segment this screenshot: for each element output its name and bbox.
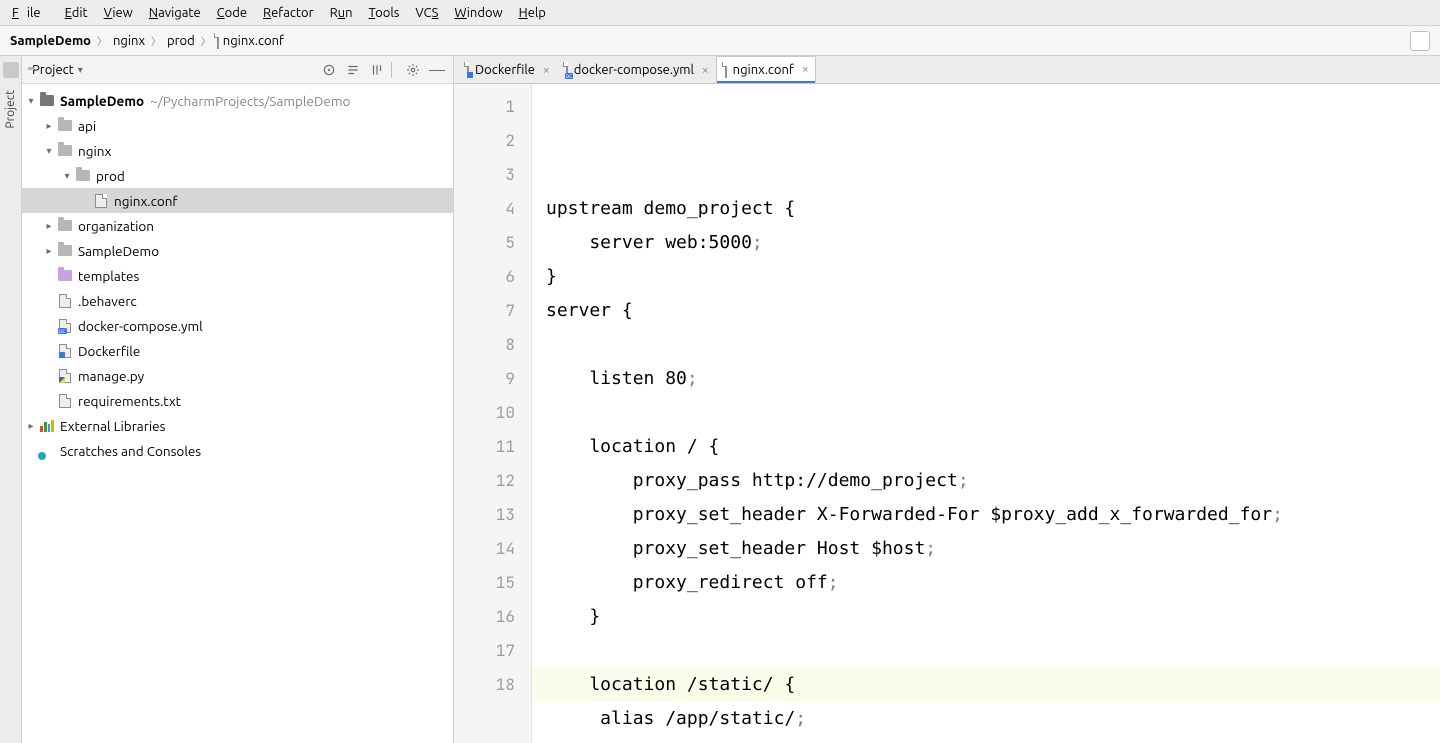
chevron-down-icon[interactable]: ▾	[60, 170, 74, 182]
menu-help[interactable]: Help	[511, 6, 554, 20]
project-tool-label[interactable]: Project	[4, 90, 17, 129]
tree-root[interactable]: ▾ SampleDemo ~/PycharmProjects/SampleDem…	[22, 88, 453, 113]
menu-navigate[interactable]: Navigate	[141, 6, 209, 20]
menu-run[interactable]: Run	[322, 6, 361, 20]
menu-window[interactable]: Window	[446, 6, 510, 20]
tab-dockerfile[interactable]: Dockerfile ×	[458, 56, 557, 83]
breadcrumb-root[interactable]: SampleDemo	[10, 34, 91, 48]
tool-window-bar: Project	[0, 56, 22, 743]
tree-dir-organization[interactable]: ▸ organization	[22, 213, 453, 238]
collapse-all-icon[interactable]	[367, 60, 387, 80]
tree-file-behaverc[interactable]: .behaverc	[22, 288, 453, 313]
locate-icon[interactable]	[319, 60, 339, 80]
close-icon[interactable]: ×	[802, 63, 809, 76]
menu-refactor[interactable]: Refactor	[255, 6, 322, 20]
chevron-right-icon[interactable]: ▸	[42, 220, 56, 232]
folder-icon	[56, 217, 74, 235]
code-area[interactable]: 123456789101112131415161718 upstream dem…	[454, 84, 1440, 743]
chevron-right-icon[interactable]: ▸	[24, 420, 38, 432]
chevron-down-icon[interactable]: ▾	[24, 95, 38, 107]
file-icon	[56, 292, 74, 310]
nav-button[interactable]	[1410, 31, 1430, 51]
tab-nginxconf[interactable]: nginx.conf ×	[716, 56, 816, 83]
tree-dir-prod[interactable]: ▾ prod	[22, 163, 453, 188]
menu-tools[interactable]: Tools	[361, 6, 408, 20]
menu-code[interactable]: Code	[209, 6, 255, 20]
file-icon	[56, 392, 74, 410]
tree-file-requirements[interactable]: requirements.txt	[22, 388, 453, 413]
folder-icon	[56, 267, 74, 285]
tree-file-manage[interactable]: manage.py	[22, 363, 453, 388]
menu-edit[interactable]: Edit	[57, 6, 96, 20]
chevron-right-icon: 〉	[149, 33, 163, 48]
project-sidebar: Project ▾ — ▾ SampleDemo ~/PycharmProjec…	[22, 56, 454, 743]
tree-dir-sampledemo[interactable]: ▸ SampleDemo	[22, 238, 453, 263]
tree-file-nginxconf[interactable]: nginx.conf	[22, 188, 453, 213]
docker-compose-icon	[566, 63, 568, 77]
tree-dir-api[interactable]: ▸ api	[22, 113, 453, 138]
file-icon	[217, 34, 219, 48]
hide-icon[interactable]: —	[427, 60, 447, 80]
folder-icon	[74, 167, 92, 185]
tree-external-libraries[interactable]: ▸ External Libraries	[22, 413, 453, 438]
tree-scratches[interactable]: Scratches and Consoles	[22, 438, 453, 463]
folder-icon[interactable]	[3, 62, 19, 78]
python-icon	[56, 367, 74, 385]
menu-file[interactable]: File	[4, 6, 57, 20]
file-icon	[725, 63, 727, 77]
folder-icon	[56, 242, 74, 260]
chevron-right-icon: 〉	[95, 33, 109, 48]
editor: Dockerfile × docker-compose.yml × nginx.…	[454, 56, 1440, 743]
gear-icon[interactable]	[403, 60, 423, 80]
tree-file-dockerfile[interactable]: Dockerfile	[22, 338, 453, 363]
docker-icon	[56, 342, 74, 360]
close-icon[interactable]: ×	[702, 64, 709, 77]
breadcrumb-file[interactable]: nginx.conf	[217, 34, 284, 48]
docker-icon	[467, 63, 469, 77]
chevron-down-icon[interactable]: ▾	[42, 145, 56, 157]
project-header: Project ▾ —	[22, 56, 453, 84]
scratches-icon	[38, 442, 56, 460]
file-icon	[92, 192, 110, 210]
folder-icon	[56, 117, 74, 135]
tab-compose[interactable]: docker-compose.yml ×	[557, 56, 716, 83]
editor-tabs: Dockerfile × docker-compose.yml × nginx.…	[454, 56, 1440, 84]
expand-all-icon[interactable]	[343, 60, 363, 80]
chevron-right-icon[interactable]: ▸	[42, 245, 56, 257]
menu-vcs[interactable]: VCS	[407, 6, 446, 20]
tree-file-compose[interactable]: docker-compose.yml	[22, 313, 453, 338]
chevron-right-icon[interactable]: ▸	[42, 120, 56, 132]
libraries-icon	[38, 417, 56, 435]
tree-dir-nginx[interactable]: ▾ nginx	[22, 138, 453, 163]
chevron-down-icon[interactable]: ▾	[78, 64, 83, 76]
docker-compose-icon	[56, 317, 74, 335]
menu-bar: File Edit View Navigate Code Refactor Ru…	[0, 0, 1440, 26]
tree-dir-templates[interactable]: templates	[22, 263, 453, 288]
line-number-gutter: 123456789101112131415161718	[454, 84, 532, 743]
breadcrumb-nginx[interactable]: nginx	[113, 34, 145, 48]
close-icon[interactable]: ×	[543, 64, 550, 77]
project-tree: ▾ SampleDemo ~/PycharmProjects/SampleDem…	[22, 84, 453, 467]
breadcrumb-prod[interactable]: prod	[167, 34, 195, 48]
breadcrumb-bar: SampleDemo 〉 nginx 〉 prod 〉 nginx.conf	[0, 26, 1440, 56]
folder-icon	[56, 142, 74, 160]
project-view-label[interactable]: Project	[32, 63, 74, 77]
menu-view[interactable]: View	[96, 6, 141, 20]
folder-icon	[38, 92, 56, 110]
code-editor[interactable]: upstream demo_project { server web:5000;…	[532, 84, 1440, 743]
chevron-right-icon: 〉	[199, 33, 213, 48]
